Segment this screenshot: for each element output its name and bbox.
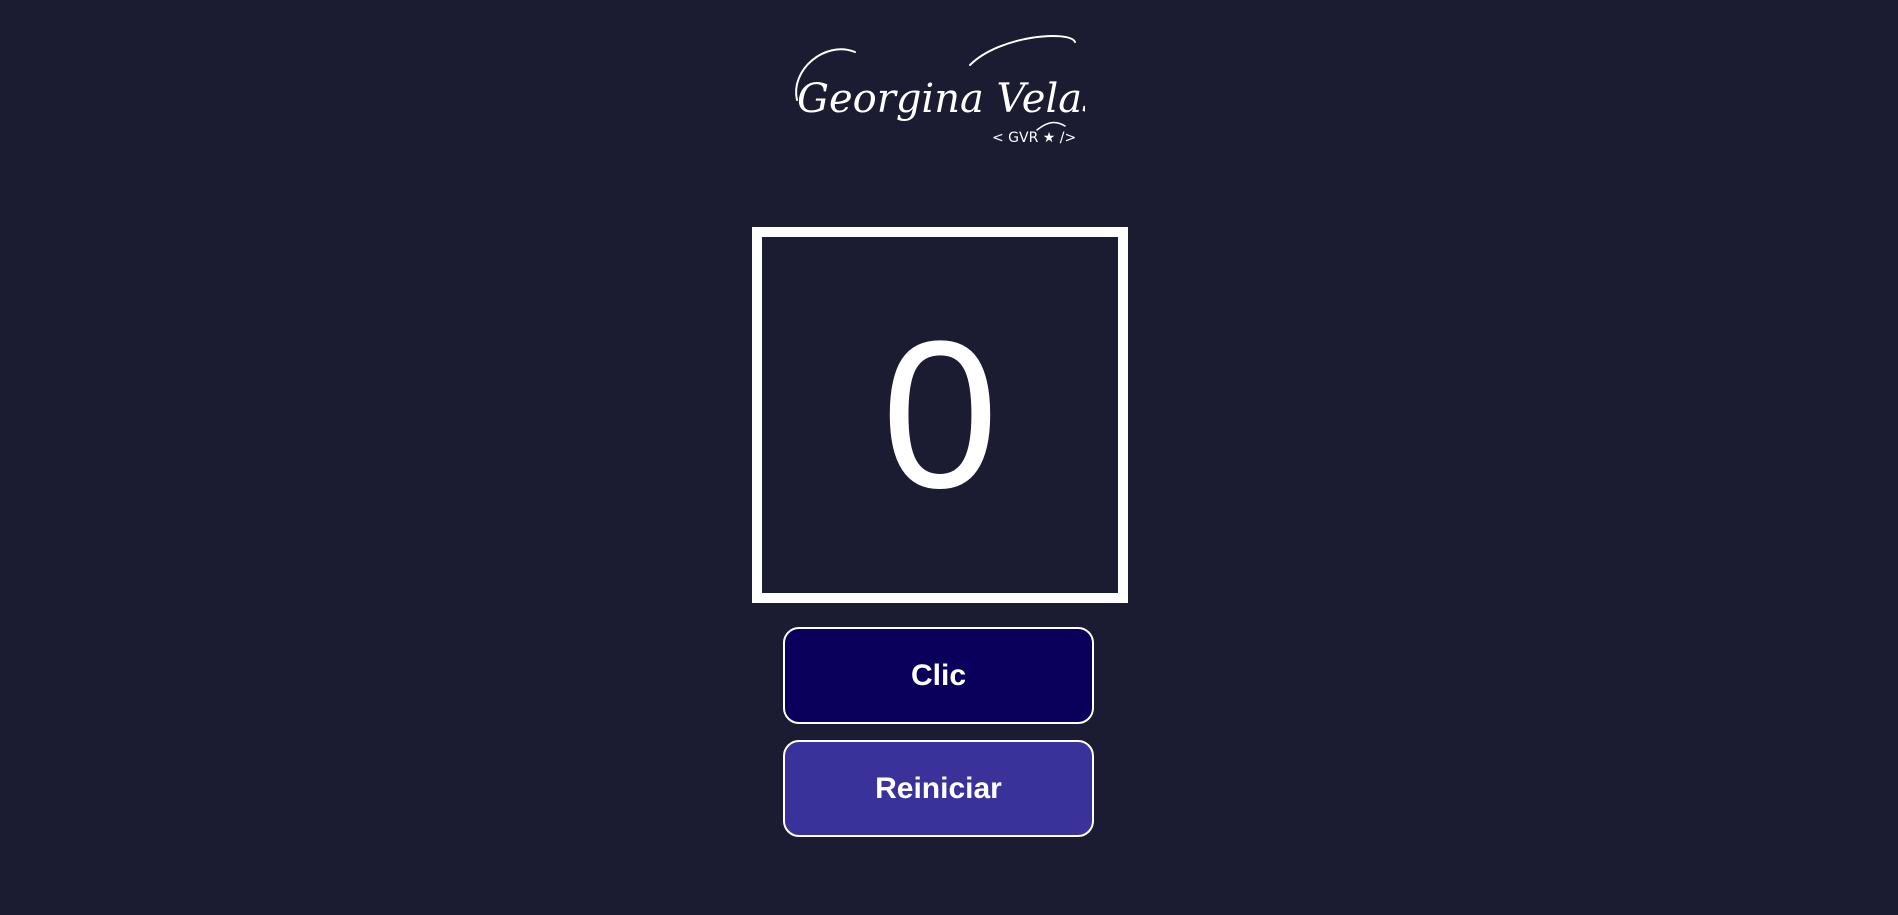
click-button[interactable]: Clic <box>783 627 1094 724</box>
signature-logo: Georgina Velasco < GVR ★ /> <box>785 30 1085 155</box>
page: Georgina Velasco < GVR ★ /> 0 Clic Reini… <box>0 0 1898 915</box>
signature-text: Georgina Velasco <box>797 76 1085 122</box>
counter-display: 0 <box>752 227 1128 603</box>
counter-value: 0 <box>881 297 999 532</box>
signature-tagline: < GVR ★ /> <box>992 130 1076 146</box>
signature-logo-graphic: Georgina Velasco < GVR ★ /> <box>795 34 1085 146</box>
reset-button[interactable]: Reiniciar <box>783 740 1094 837</box>
